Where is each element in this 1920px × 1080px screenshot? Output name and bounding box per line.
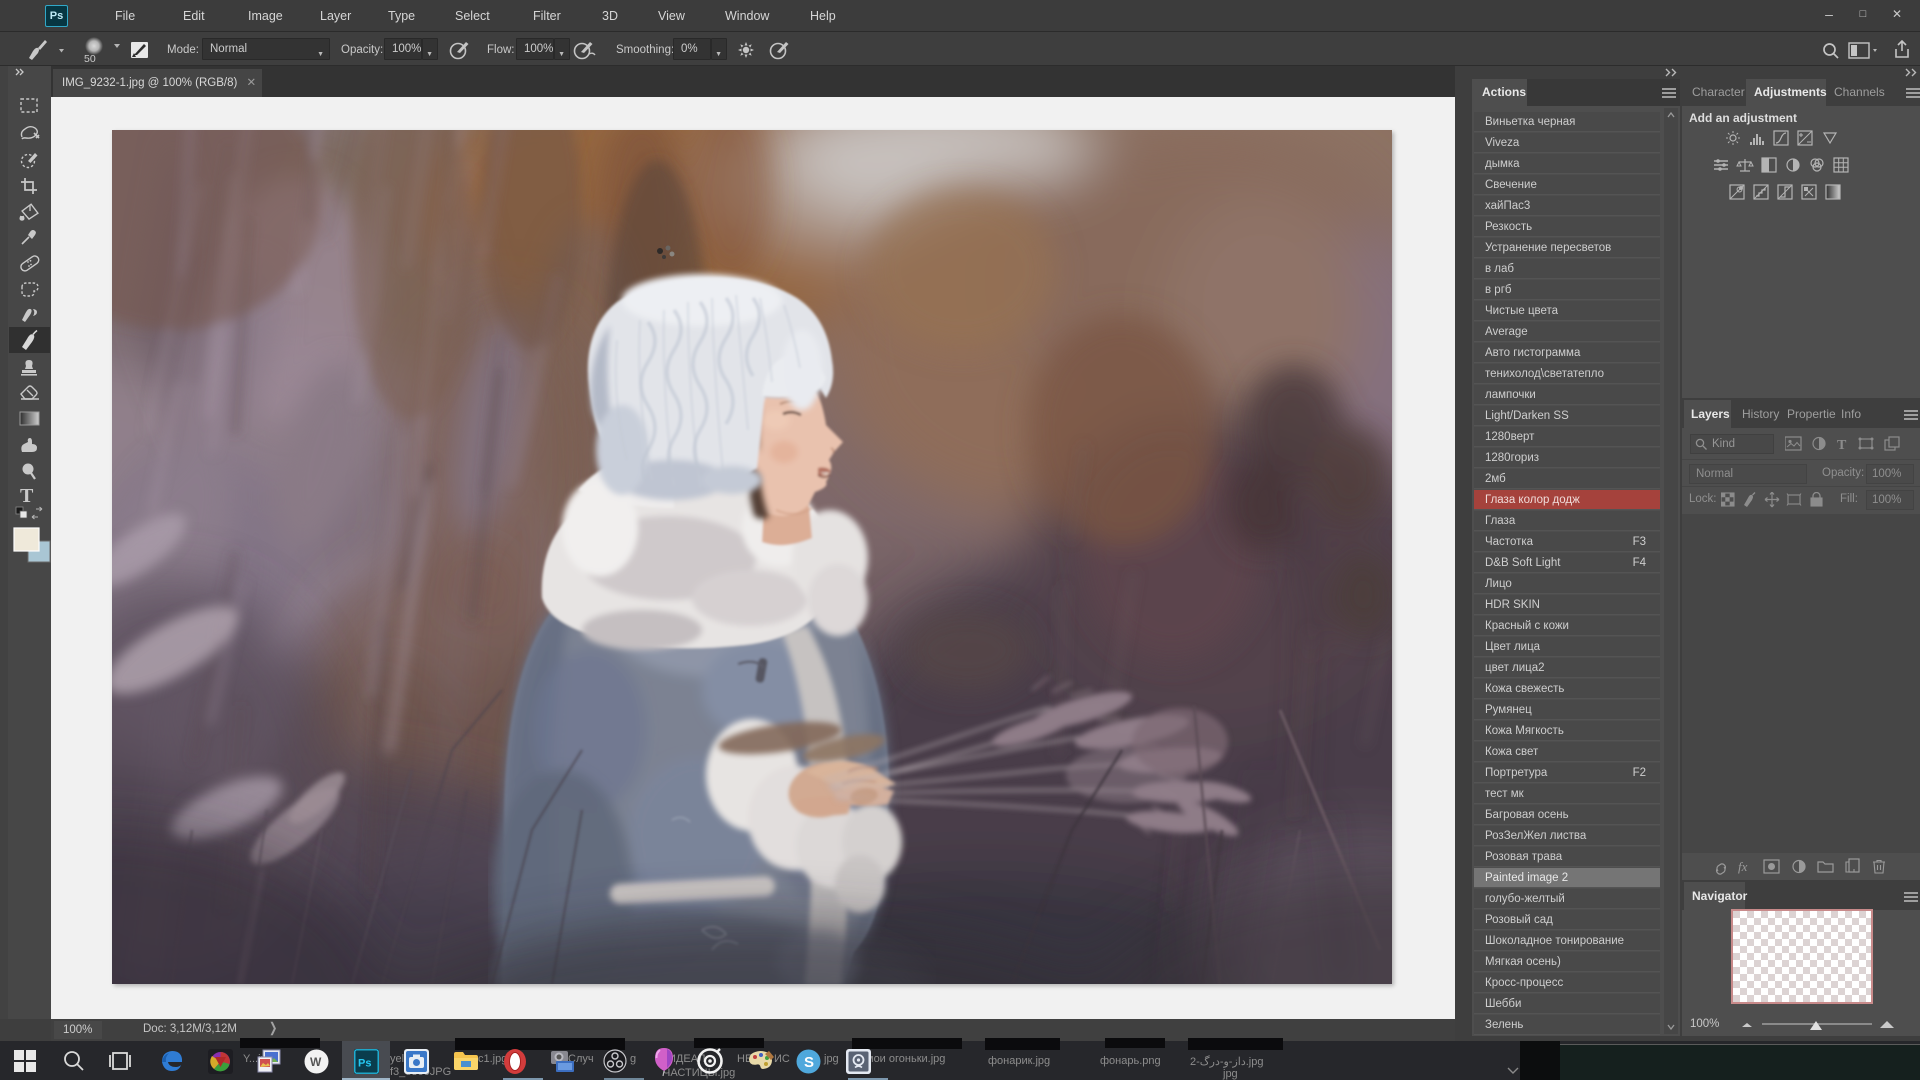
svg-text:fx: fx [1738, 859, 1748, 874]
svg-text:Ps: Ps [358, 1058, 371, 1070]
svg-text:T: T [20, 485, 34, 507]
svg-text:S: S [804, 1054, 814, 1071]
svg-text:W: W [310, 1055, 322, 1069]
svg-text:T: T [1837, 438, 1847, 452]
